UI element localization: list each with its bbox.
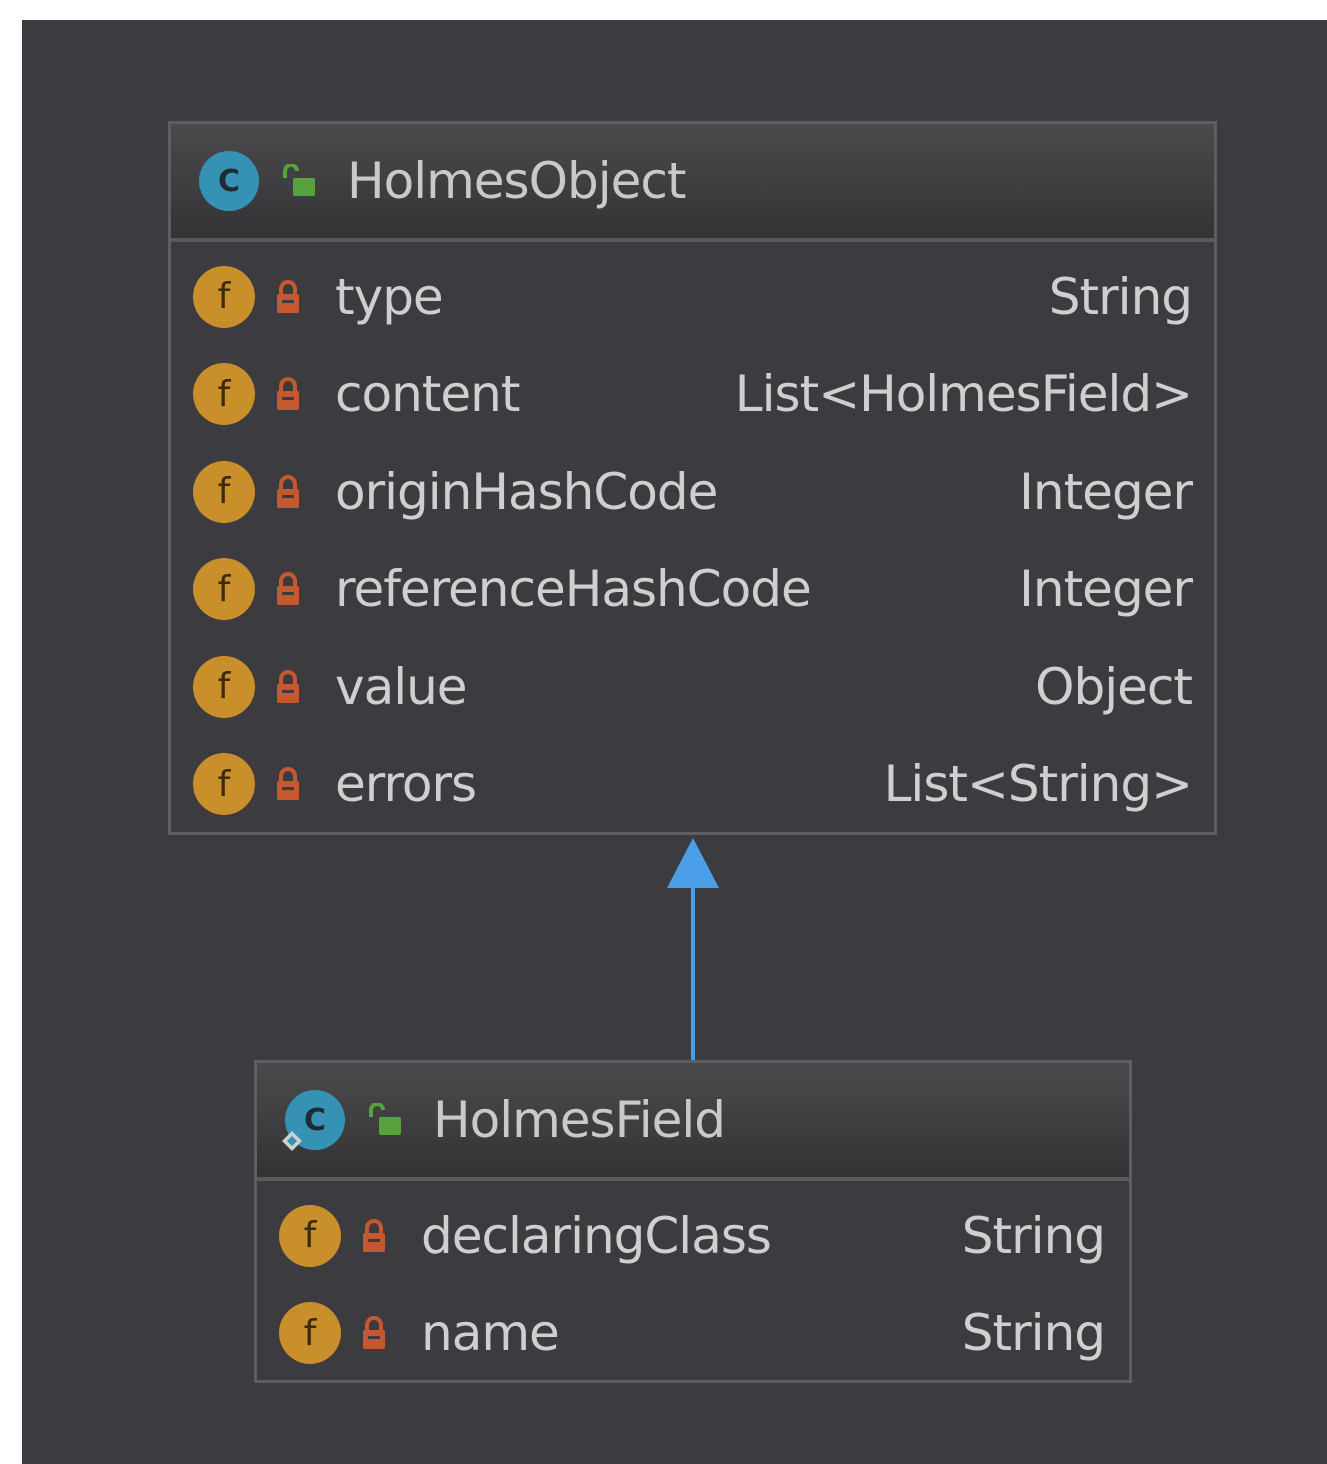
class-box-holmes-field[interactable]: C HolmesField f declaringClass String f [254,1060,1132,1383]
diagram-canvas: C HolmesObject f type String f content L… [22,20,1327,1464]
class-title: HolmesField [433,1091,726,1149]
field-icon-letter: f [303,1215,317,1257]
field-row[interactable]: f name String [257,1285,1129,1383]
field-icon: f [279,1302,341,1365]
abstract-marker-icon [282,1131,302,1151]
private-lock-icon [363,1218,385,1252]
field-list: f declaringClass String f name String [257,1181,1129,1382]
field-icon: f [279,1204,341,1267]
private-lock-icon [363,1316,385,1350]
public-open-lock-icon [369,1103,401,1135]
field-icon-letter: f [303,1312,317,1354]
field-name: name [421,1304,560,1363]
field-row[interactable]: f declaringClass String [257,1187,1129,1285]
class-icon-letter: C [303,1102,327,1138]
class-header[interactable]: C HolmesField [257,1063,1129,1181]
field-name: declaringClass [421,1206,772,1265]
class-icon: C [282,1090,345,1151]
field-type: String [961,1206,1106,1265]
field-type: String [961,1304,1106,1363]
